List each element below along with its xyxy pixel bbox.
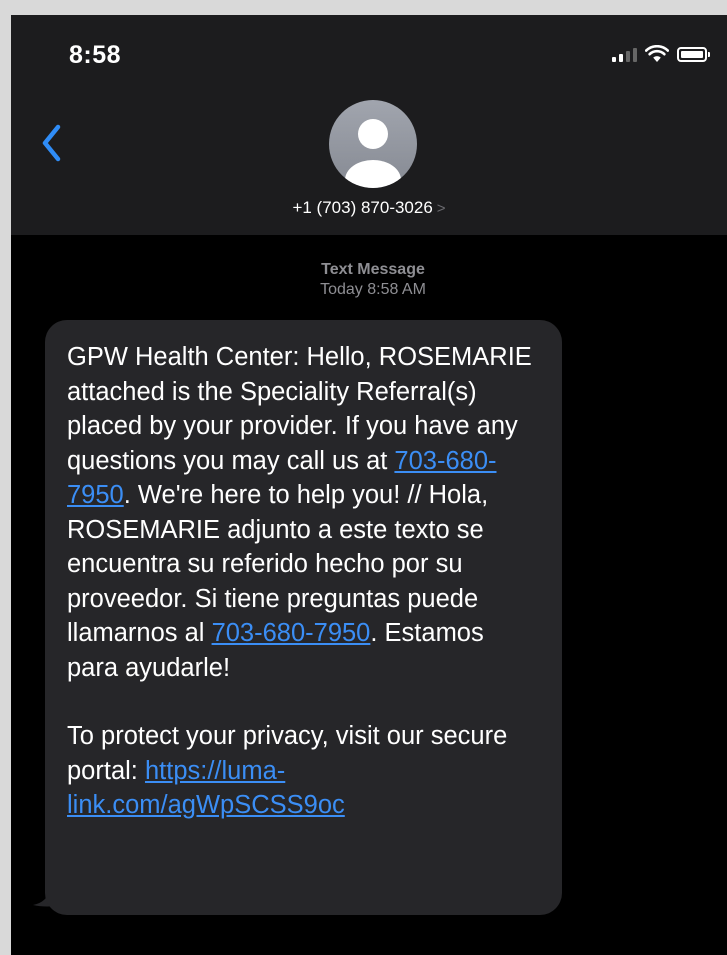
status-time: 8:58 <box>69 41 122 69</box>
message-text-part4: To protect your privacy, visit our secur… <box>67 722 508 785</box>
contact-number: +1 (703) 870-3026 <box>292 198 433 217</box>
chevron-left-icon <box>42 124 61 162</box>
contact-name-button[interactable]: +1 (703) 870-3026 > <box>11 198 727 218</box>
phone-link[interactable]: 703-680-7950 <box>212 619 371 647</box>
message-time: Today 8:58 AM <box>320 281 426 298</box>
person-silhouette-icon <box>345 119 401 188</box>
contact-avatar[interactable] <box>329 100 417 188</box>
wifi-icon <box>645 45 669 62</box>
conversation-header: 8:58 +1 (703) 870-3026 > <box>11 15 727 235</box>
battery-icon <box>677 46 710 62</box>
status-icons <box>612 45 710 63</box>
cellular-signal-icon <box>612 46 637 62</box>
messages-screen: 8:58 +1 (703) 870-3026 > Text Message To… <box>11 15 727 955</box>
back-button[interactable] <box>37 123 67 163</box>
message-bubble[interactable]: GPW Health Center: Hello, ROSEMARIE atta… <box>45 320 562 915</box>
message-kind: Text Message <box>321 261 425 278</box>
thread-timestamp: Text Message Today 8:58 AM <box>11 260 727 300</box>
message-body: GPW Health Center: Hello, ROSEMARIE atta… <box>67 340 540 823</box>
chevron-right-icon: > <box>436 200 446 217</box>
